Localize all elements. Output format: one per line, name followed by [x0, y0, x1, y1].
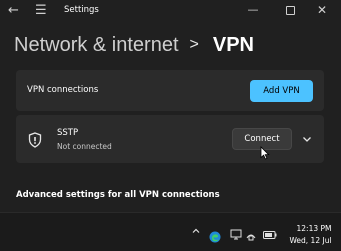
title-bar: ← ☰ Settings — ✕ — [0, 0, 341, 24]
network-icon[interactable] — [245, 229, 257, 241]
chevron-down-icon[interactable] — [301, 133, 313, 145]
maximize-icon[interactable] — [286, 6, 295, 15]
mouse-cursor-icon — [260, 146, 270, 160]
vpn-connections-card: VPN connections Add VPN — [16, 70, 324, 111]
breadcrumb-separator: > — [189, 36, 199, 53]
breadcrumb-parent[interactable]: Network & internet — [14, 34, 179, 57]
vpn-connections-label: VPN connections — [27, 85, 99, 95]
connection-status: Not connected — [57, 142, 112, 151]
shield-icon — [28, 132, 42, 148]
page-title: VPN — [212, 33, 254, 56]
back-arrow-icon[interactable]: ← — [8, 3, 22, 19]
edge-icon[interactable] — [209, 231, 221, 243]
advanced-settings-heading: Advanced settings for all VPN connection… — [16, 190, 220, 200]
taskbar: 12:13 PM Wed, 12 Jul — [0, 212, 341, 251]
clock-date[interactable]: Wed, 12 Jul — [283, 236, 338, 245]
settings-window: ← ☰ Settings — ✕ Network & internet > VP… — [0, 0, 341, 212]
clock-time[interactable]: 12:13 PM — [290, 224, 338, 233]
minimize-icon[interactable]: — — [246, 2, 260, 18]
battery-icon[interactable] — [263, 231, 277, 239]
chevron-up-icon[interactable] — [191, 226, 201, 236]
add-vpn-button[interactable]: Add VPN — [250, 80, 313, 102]
breadcrumb: Network & internet > VPN — [14, 30, 254, 60]
window-title: Settings — [64, 5, 99, 15]
vpn-connection-item[interactable]: SSTP Not connected Connect — [16, 115, 324, 163]
connection-name: SSTP — [57, 128, 79, 138]
hamburger-menu-icon[interactable]: ☰ — [35, 3, 49, 19]
close-icon[interactable]: ✕ — [315, 2, 329, 18]
display-icon[interactable] — [230, 229, 242, 240]
